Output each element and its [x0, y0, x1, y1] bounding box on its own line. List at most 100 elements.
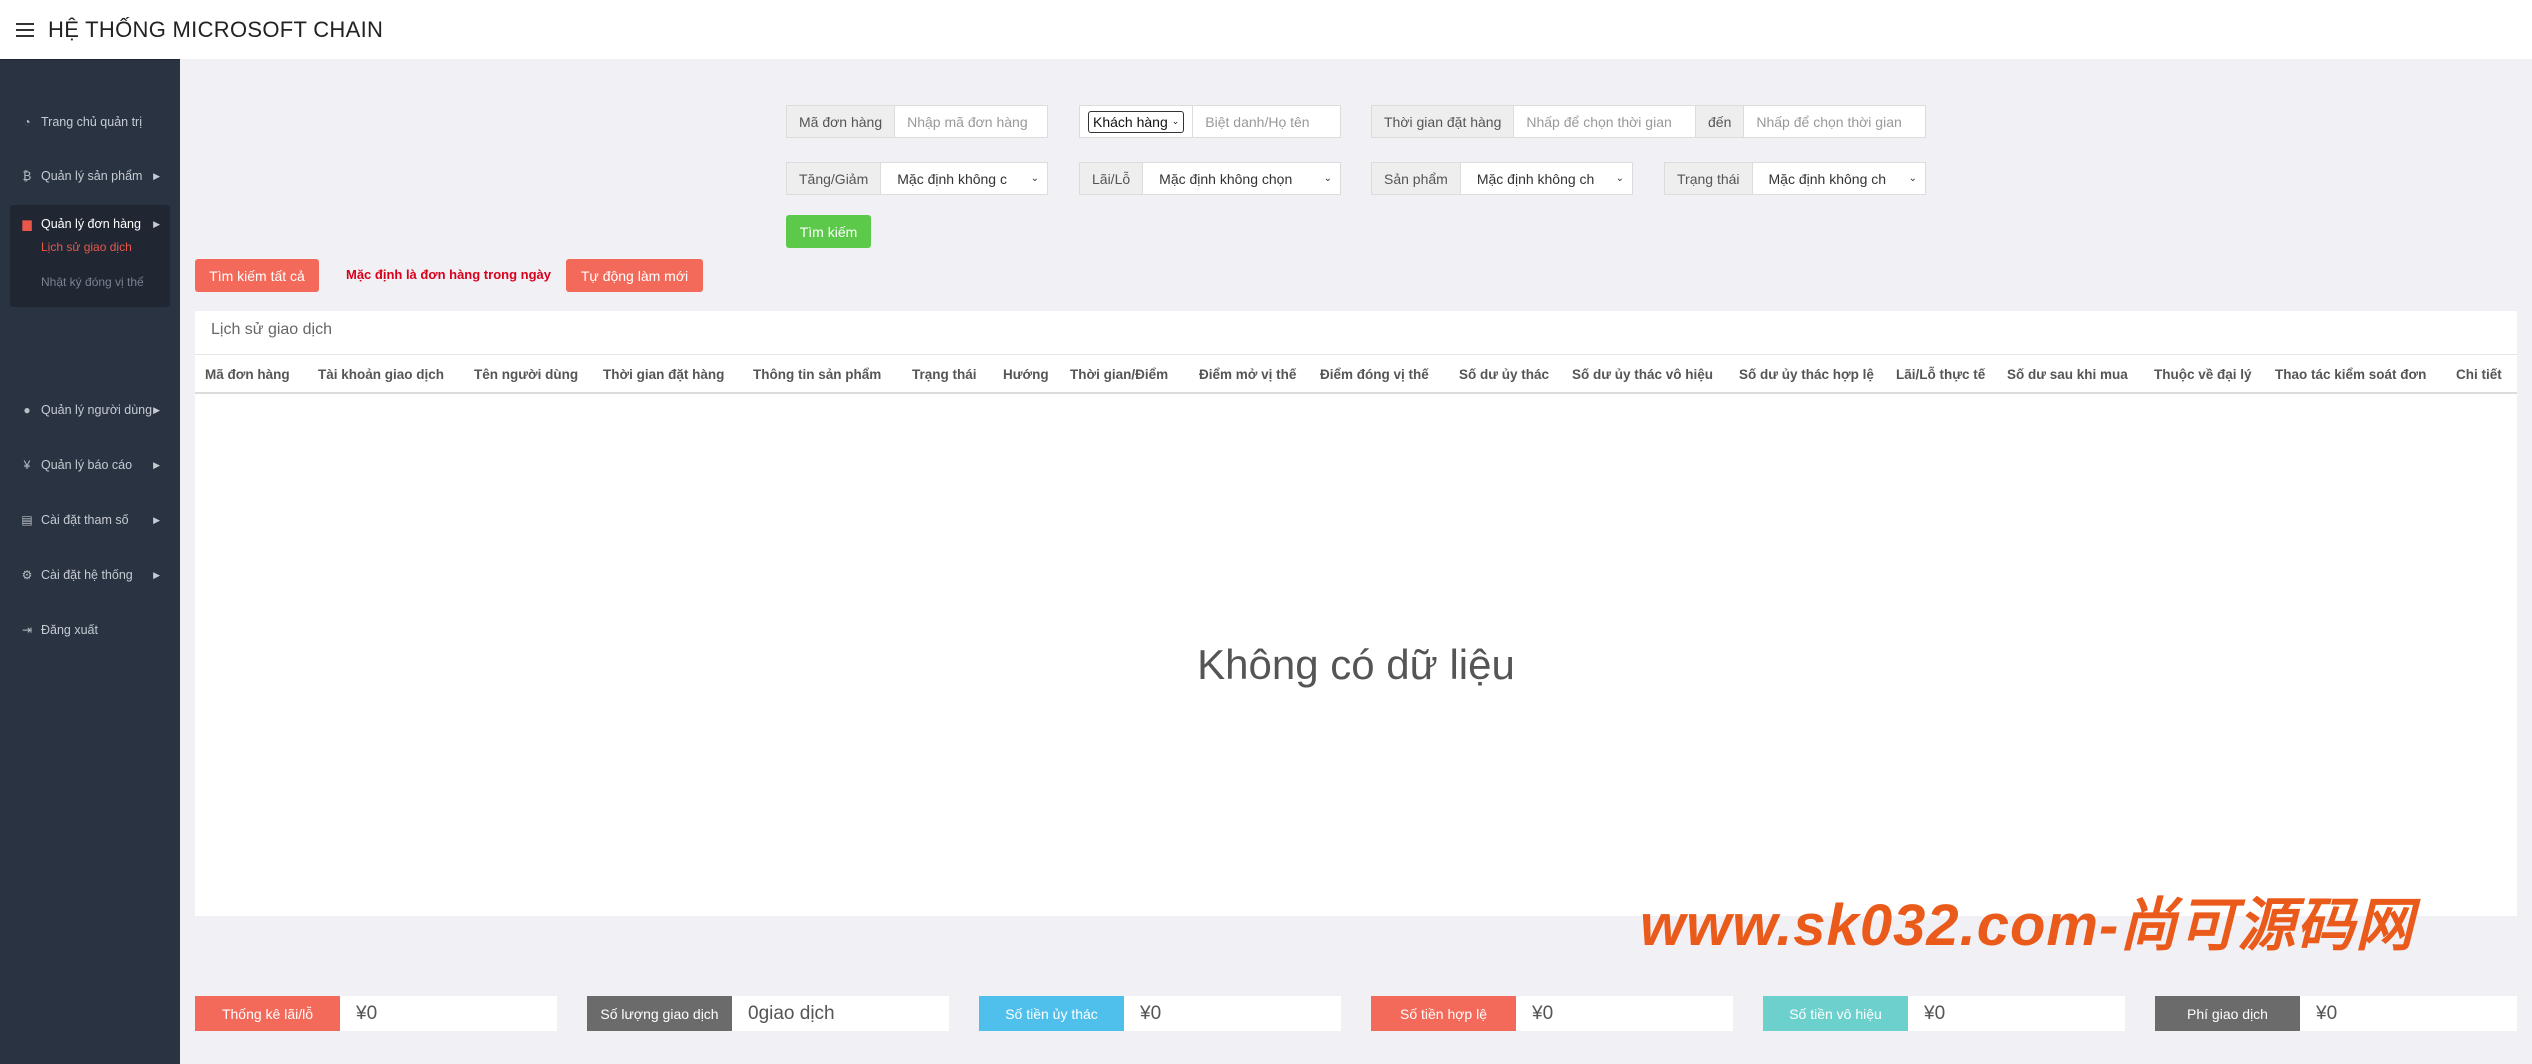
stat-value: ¥0 — [1140, 1002, 1162, 1024]
auto-refresh-button[interactable]: Tự động làm mới — [566, 259, 703, 292]
column-header[interactable]: Chi tiết — [2456, 367, 2502, 382]
yen-icon: ¥ — [23, 458, 31, 472]
transaction-history-panel: Lịch sử giao dịch Mã đơn hàng Tài khoản … — [195, 311, 2517, 916]
column-header[interactable]: Số dư sau khi mua — [2007, 367, 2128, 382]
chevron-right-icon: ▶ — [153, 459, 160, 470]
stat-label: Phí giao dịch — [2155, 996, 2300, 1031]
orders-submenu: Lịch sử giao dịch Nhật ký đóng vị thế — [10, 235, 170, 307]
column-header[interactable]: Số dư ủy thác hợp lệ — [1739, 367, 1874, 382]
order-id-label: Mã đơn hàng — [787, 106, 896, 137]
stat-label: Số tiền vô hiệu — [1763, 996, 1908, 1031]
sidebar-item-parameters[interactable]: ▤ Cài đặt tham số ▶ — [10, 502, 170, 538]
stat-label: Số tiền ủy thác — [979, 996, 1124, 1031]
sidebar: ◔ Trang chủ quản trị ₿ Quản lý sản phẩm … — [0, 59, 180, 1064]
status-filter: Trạng thái Mặc định không ch ⌄ — [1664, 162, 1926, 195]
chevron-down-icon: ⌄ — [1908, 173, 1917, 184]
customer-filter: Khách hàng ⌄ Biệt danh/Họ tên — [1079, 105, 1341, 138]
customer-name-input[interactable]: Biệt danh/Họ tên — [1192, 106, 1340, 137]
profit-loss-select[interactable]: Mặc định không chọn ⌄ — [1143, 163, 1340, 194]
submenu-item-close-position-log[interactable]: Nhật ký đóng vị thế — [41, 275, 144, 289]
column-header[interactable]: Số dư ủy thác — [1459, 367, 1549, 382]
user-icon: ● — [23, 403, 31, 417]
column-header[interactable]: Mã đơn hàng — [205, 367, 290, 382]
stat-transaction-fee: Phí giao dịch ¥0 — [2155, 996, 2517, 1031]
chevron-right-icon: ▶ — [153, 170, 160, 181]
table-header: Mã đơn hàng Tài khoản giao dịch Tên ngườ… — [195, 354, 2517, 394]
sidebar-item-label: Quản lý báo cáo — [41, 458, 133, 472]
profit-loss-label: Lãi/Lỗ — [1080, 163, 1144, 194]
column-header[interactable]: Thuộc về đại lý — [2154, 367, 2252, 382]
column-header[interactable]: Điểm đóng vị thế — [1320, 367, 1429, 382]
profit-loss-filter: Lãi/Lỗ Mặc định không chọn ⌄ — [1079, 162, 1341, 195]
order-time-filter: Thời gian đặt hàng Nhấp để chọn thời gia… — [1371, 105, 1926, 138]
top-header: HỆ THỐNG MICROSOFT CHAIN — [0, 0, 2532, 59]
stat-profit-loss: Thống kê lãi/lỗ ¥0 — [195, 996, 557, 1031]
search-all-button[interactable]: Tìm kiếm tất cả — [195, 259, 319, 292]
direction-select[interactable]: Mặc định không c ⌄ — [881, 163, 1047, 194]
status-label: Trạng thái — [1665, 163, 1753, 194]
column-header[interactable]: Thời gian đặt hàng — [603, 367, 724, 382]
sidebar-item-reports[interactable]: ¥ Quản lý báo cáo ▶ — [10, 447, 170, 483]
sidebar-item-system-settings[interactable]: ⚙ Cài đặt hệ thống ▶ — [10, 557, 170, 593]
order-time-to-input[interactable]: Nhấp để chọn thời gian — [1744, 106, 1925, 137]
watermark-text: www.sk032.com-尚可源码网 — [1640, 893, 2415, 958]
customer-type-value: Khách hàng — [1093, 113, 1168, 130]
column-header[interactable]: Thông tin sản phẩm — [753, 367, 881, 382]
chevron-down-icon: ⌄ — [1030, 173, 1039, 184]
stat-valid-amount: Số tiền hợp lệ ¥0 — [1371, 996, 1733, 1031]
order-id-input[interactable]: Nhập mã đơn hàng — [895, 106, 1047, 137]
panel-title: Lịch sử giao dịch — [211, 321, 332, 338]
stat-value: ¥0 — [1532, 1002, 1554, 1024]
status-value: Mặc định không ch — [1768, 170, 1887, 187]
order-time-to-label: đến — [1695, 106, 1745, 137]
chevron-down-icon: ⌄ — [1323, 173, 1332, 184]
direction-label: Tăng/Giảm — [787, 163, 882, 194]
stat-entrusted-amount: Số tiền ủy thác ¥0 — [979, 996, 1341, 1031]
default-note: Mặc định là đơn hàng trong ngày — [346, 267, 551, 282]
direction-value: Mặc định không c — [897, 170, 1007, 187]
stat-value: 0giao dịch — [748, 1002, 835, 1024]
column-header[interactable]: Hướng — [1003, 367, 1049, 382]
order-time-from-input[interactable]: Nhấp để chọn thời gian — [1514, 106, 1695, 137]
stat-label: Số tiền hợp lệ — [1371, 996, 1516, 1031]
stat-label: Số lượng giao dịch — [587, 996, 732, 1031]
submenu-item-transaction-history[interactable]: Lịch sử giao dịch — [41, 240, 132, 254]
status-select[interactable]: Mặc định không ch ⌄ — [1753, 163, 1925, 194]
column-header[interactable]: Thời gian/Điểm — [1070, 367, 1168, 382]
profit-loss-value: Mặc định không chọn — [1159, 170, 1293, 187]
chevron-down-icon: ⌄ — [1615, 173, 1624, 184]
sidebar-item-label: Quản lý sản phẩm — [41, 169, 143, 183]
chevron-right-icon: ▶ — [153, 404, 160, 415]
app-title: HỆ THỐNG MICROSOFT CHAIN — [48, 16, 384, 42]
column-header[interactable]: Tài khoản giao dịch — [318, 367, 444, 382]
product-select[interactable]: Mặc định không ch ⌄ — [1461, 163, 1632, 194]
sidebar-item-label: Quản lý người dùng — [41, 403, 153, 417]
chevron-right-icon: ▶ — [153, 218, 160, 229]
search-button[interactable]: Tìm kiếm — [786, 215, 871, 248]
column-header[interactable]: Thao tác kiểm soát đơn — [2275, 367, 2426, 382]
stat-value: ¥0 — [2316, 1002, 2338, 1024]
file-icon: ▤ — [21, 513, 33, 527]
column-header[interactable]: Trạng thái — [912, 367, 977, 382]
column-header[interactable]: Điểm mở vị thế — [1199, 367, 1296, 382]
column-header[interactable]: Tên người dùng — [474, 367, 578, 382]
sidebar-item-products[interactable]: ₿ Quản lý sản phẩm ▶ — [10, 158, 170, 194]
sidebar-item-label: Cài đặt hệ thống — [41, 568, 133, 582]
bitcoin-icon: ₿ — [22, 169, 32, 183]
column-header[interactable]: Lãi/Lỗ thực tế — [1896, 367, 1985, 382]
chevron-down-icon: ⌄ — [1171, 116, 1180, 126]
column-header[interactable]: Số dư ủy thác vô hiệu — [1572, 367, 1713, 382]
menu-toggle-icon[interactable] — [16, 22, 34, 37]
sidebar-item-dashboard[interactable]: ◔ Trang chủ quản trị — [10, 104, 170, 140]
sidebar-item-logout[interactable]: ⇥ Đăng xuất — [10, 612, 170, 648]
sidebar-item-users[interactable]: ● Quản lý người dùng ▶ — [10, 392, 170, 428]
order-time-label: Thời gian đặt hàng — [1372, 106, 1515, 137]
product-label: Sản phẩm — [1372, 163, 1461, 194]
stat-invalid-amount: Số tiền vô hiệu ¥0 — [1763, 996, 2125, 1031]
stat-value: ¥0 — [356, 1002, 378, 1024]
stat-value: ¥0 — [1924, 1002, 1946, 1024]
sidebar-item-label: Đăng xuất — [41, 623, 98, 637]
direction-filter: Tăng/Giảm Mặc định không c ⌄ — [786, 162, 1048, 195]
dashboard-icon: ◔ — [23, 115, 31, 129]
customer-type-select[interactable]: Khách hàng ⌄ — [1088, 110, 1185, 133]
